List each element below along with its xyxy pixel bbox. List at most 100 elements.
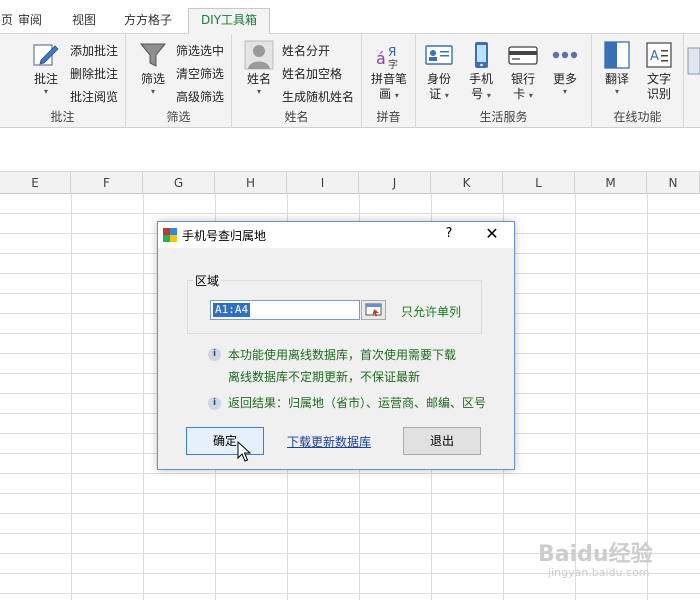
- id-card-label-line1: 身份: [426, 72, 451, 86]
- column-header[interactable]: H: [215, 172, 287, 194]
- column-header[interactable]: K: [431, 172, 503, 194]
- column-header[interactable]: F: [71, 172, 143, 194]
- column-header[interactable]: L: [503, 172, 575, 194]
- more-button[interactable]: 更多 ▾: [546, 40, 584, 97]
- group-pinyin: á Я 字 拼音笔 画 ▾ 拼音: [362, 34, 416, 128]
- chevron-down-icon: ▾: [528, 91, 533, 100]
- filter-selected-button[interactable]: 筛选选中: [176, 42, 224, 59]
- bank-label-line1: 银行: [510, 72, 535, 86]
- mobile-phone-icon: [475, 42, 488, 68]
- filter-big-label: 筛选: [140, 72, 165, 86]
- tab-review[interactable]: 审阅: [8, 9, 52, 34]
- group-label-comments: 批注: [50, 110, 75, 124]
- id-card-icon: [425, 45, 453, 65]
- clear-filter-button[interactable]: 清空筛选: [176, 65, 224, 82]
- split-name-button[interactable]: 姓名分开: [282, 42, 330, 59]
- translate-button[interactable]: 翻译 ▾: [598, 40, 636, 97]
- id-card-label-line2: 证: [429, 87, 442, 101]
- phone-number-button[interactable]: 手机 号 ▾: [462, 40, 500, 103]
- group-life-service: 身份 证 ▾ 手机 号 ▾ 银行 卡 ▾ 更多 ▾ 生活服务: [416, 34, 592, 128]
- range-input[interactable]: A1:A4: [210, 300, 360, 320]
- pinyin-label-line2: 画: [379, 87, 392, 101]
- funnel-icon: [139, 43, 167, 67]
- chevron-down-icon: ▾: [444, 91, 449, 100]
- column-header[interactable]: G: [143, 172, 215, 194]
- group-name: 姓名 ▾ 姓名分开 姓名加空格 生成随机姓名 姓名: [232, 34, 362, 128]
- add-comment-button[interactable]: 添加批注: [70, 42, 118, 59]
- ocr-label-line1: 文字: [646, 72, 671, 86]
- column-header[interactable]: I: [287, 172, 359, 194]
- partial-ribbon-icon[interactable]: [686, 46, 700, 76]
- svg-text:字: 字: [388, 58, 398, 70]
- name-big-button[interactable]: 姓名 ▾: [242, 40, 276, 97]
- info-icon: i: [208, 348, 221, 361]
- group-online: 翻译 ▾ A 文字 识别 在线功能: [592, 34, 684, 128]
- browse-comments-button[interactable]: 批注阅览: [70, 88, 118, 105]
- info-icon: i: [208, 397, 221, 410]
- group-label-life-service: 生活服务: [479, 110, 528, 124]
- group-label-name: 姓名: [284, 110, 309, 124]
- ribbon: 批注 ▾ 添加批注 删除批注 批注阅览 批注 筛选 ▾ 筛选选中 清空筛选 高级…: [0, 34, 700, 128]
- phone-lookup-dialog: 手机号查归属地 ? ✕ 区域 A1:A4 只允许单列 i 本功能使用离线数据库，…: [157, 221, 515, 470]
- ok-button[interactable]: 确定: [186, 427, 264, 455]
- app-icon: [163, 228, 177, 242]
- advanced-filter-button[interactable]: 高级筛选: [176, 88, 224, 105]
- exit-button[interactable]: 退出: [403, 427, 481, 455]
- name-big-label: 姓名: [246, 72, 271, 86]
- bank-card-button[interactable]: 银行 卡 ▾: [504, 40, 542, 103]
- download-database-link[interactable]: 下载更新数据库: [287, 433, 371, 450]
- close-icon[interactable]: ✕: [483, 224, 501, 243]
- baidu-watermark-url: jingyan.baidu.com: [548, 566, 650, 579]
- help-icon[interactable]: ?: [442, 226, 456, 241]
- pinyin-label-line1: 拼音笔: [370, 72, 407, 86]
- column-header[interactable]: E: [0, 172, 71, 194]
- range-value: A1:A4: [213, 303, 251, 317]
- formula-bar-area[interactable]: [0, 128, 700, 172]
- more-dots-icon: [552, 51, 578, 59]
- chevron-down-icon: ▾: [394, 91, 399, 100]
- chevron-down-icon: ▾: [43, 87, 48, 96]
- dialog-title-bar[interactable]: 手机号查归属地 ? ✕: [158, 222, 514, 248]
- chevron-down-icon: ▾: [486, 91, 491, 100]
- chevron-down-icon: ▾: [614, 87, 619, 96]
- group-comments: 批注 ▾ 添加批注 删除批注 批注阅览 批注: [0, 34, 126, 128]
- column-header[interactable]: J: [359, 172, 431, 194]
- person-icon: [244, 40, 274, 70]
- info-result-text: 返回结果：归属地（省市）、运营商、邮编、区号: [228, 396, 487, 410]
- comment-pencil-icon: [33, 44, 59, 66]
- only-single-column-note: 只允许单列: [401, 305, 462, 319]
- column-header[interactable]: N: [647, 172, 700, 194]
- tab-ffgz[interactable]: 方方格子: [115, 9, 181, 34]
- tab-view[interactable]: 视图: [62, 9, 106, 34]
- svg-text:á: á: [376, 49, 386, 68]
- group-label-online: 在线功能: [613, 110, 662, 124]
- pinyin-stroke-button[interactable]: á Я 字 拼音笔 画 ▾: [367, 40, 411, 103]
- ocr-button[interactable]: A 文字 识别: [640, 40, 678, 102]
- group-filter: 筛选 ▾ 筛选选中 清空筛选 高级筛选 筛选: [126, 34, 232, 128]
- translate-icon: [604, 41, 630, 69]
- range-picker-button[interactable]: [361, 300, 386, 320]
- filter-big-button[interactable]: 筛选 ▾: [136, 40, 170, 97]
- group-label-filter: 筛选: [166, 110, 191, 124]
- comment-big-button[interactable]: 批注 ▾: [28, 40, 64, 97]
- info-text-line1: 本功能使用离线数据库，首次使用需要下载: [228, 348, 457, 362]
- info-text-line2: 离线数据库不定期更新，不保证最新: [228, 370, 421, 384]
- svg-text:A: A: [650, 49, 659, 64]
- more-label: 更多: [552, 72, 577, 86]
- name-add-space-button[interactable]: 姓名加空格: [282, 65, 342, 82]
- chevron-down-icon: ▾: [562, 87, 567, 96]
- chevron-down-icon: ▾: [256, 87, 261, 96]
- column-header[interactable]: M: [575, 172, 647, 194]
- ocr-label-line2: 识别: [646, 87, 671, 101]
- random-name-button[interactable]: 生成随机姓名: [282, 88, 354, 105]
- range-select-icon: [365, 303, 382, 317]
- baidu-watermark: Baidu经验: [538, 542, 653, 567]
- tab-diy-toolbox[interactable]: DIY工具箱: [188, 8, 270, 35]
- region-legend: 区域: [193, 272, 222, 289]
- delete-comment-button[interactable]: 删除批注: [70, 65, 118, 82]
- document-text-icon: A: [646, 42, 672, 68]
- bank-label-line2: 卡: [513, 87, 526, 101]
- chevron-down-icon: ▾: [150, 87, 155, 96]
- bank-card-icon: [508, 46, 538, 65]
- id-card-button[interactable]: 身份 证 ▾: [420, 40, 458, 103]
